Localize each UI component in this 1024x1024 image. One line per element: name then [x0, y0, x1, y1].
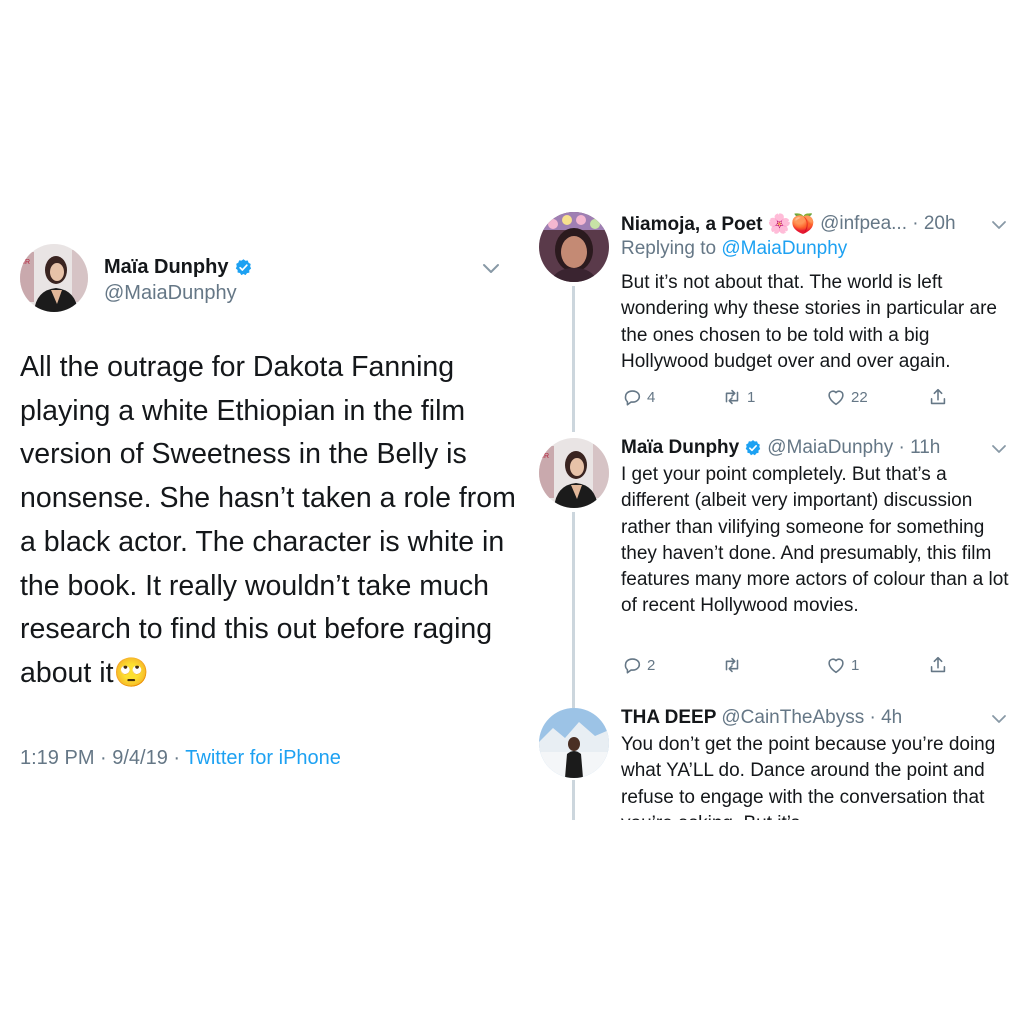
reply-header: Maïa Dunphy @MaiaDunphy · 11h	[621, 437, 940, 459]
reply-text-clip: You don’t get the point because you’re d…	[530, 700, 1024, 820]
svg-text:IR: IR	[542, 453, 549, 460]
chevron-down-icon[interactable]	[990, 443, 1008, 455]
reply-author-name[interactable]: Niamoja, a Poet 🌸🍑	[621, 212, 815, 236]
like-button[interactable]: 22	[825, 386, 868, 408]
reply-text: I get your point completely. But that’s …	[621, 464, 1009, 617]
share-icon	[930, 656, 946, 673]
like-count: 22	[851, 388, 868, 406]
retweet-icon	[725, 657, 739, 673]
tweet-source-link[interactable]: Twitter for iPhone	[185, 747, 341, 769]
like-icon	[828, 390, 844, 406]
retweet-button[interactable]	[721, 654, 747, 676]
verified-badge-icon	[236, 259, 252, 276]
tweet-text: All the outrage for Dakota Fanning playi…	[20, 351, 516, 689]
like-icon	[828, 658, 844, 674]
reply-count: 4	[647, 388, 656, 406]
thread-line	[572, 286, 575, 432]
replying-to-link[interactable]: @MaiaDunphy	[721, 238, 847, 259]
retweet-button[interactable]: 1	[721, 386, 755, 408]
reply-icon	[624, 390, 641, 406]
share-button[interactable]	[927, 386, 949, 408]
reply-text: But it’s not about that. The world is le…	[621, 272, 997, 372]
reply-icon	[624, 658, 641, 674]
replying-to-line: Replying to @MaiaDunphy	[621, 238, 847, 260]
tweet-meta: 1:19 PM · 9/4/19 · Twitter for iPhone	[20, 747, 341, 770]
reply-avatar[interactable]: IR	[539, 438, 609, 508]
author-handle[interactable]: @MaiaDunphy	[104, 282, 237, 305]
share-button[interactable]	[927, 654, 949, 676]
reply-author-handle[interactable]: @infpea... · 20h	[820, 213, 955, 235]
reply-author-handle[interactable]: @MaiaDunphy · 11h	[767, 437, 940, 459]
reply-button[interactable]: 2	[621, 654, 655, 676]
chevron-down-icon[interactable]	[990, 219, 1008, 231]
retweet-icon	[725, 389, 739, 405]
author-name[interactable]: Maïa Dunphy	[104, 256, 253, 279]
tweet-actions: 4 1 22	[621, 386, 961, 412]
like-count: 1	[851, 656, 860, 674]
like-button[interactable]: 1	[825, 654, 859, 676]
replying-to-label: Replying to	[621, 238, 722, 259]
retweet-count: 1	[747, 388, 756, 406]
reply-avatar[interactable]	[539, 212, 609, 282]
author-name-text: Maïa Dunphy	[104, 256, 229, 278]
reply-text: You don’t get the point because you’re d…	[621, 734, 996, 820]
reply-count: 2	[647, 656, 656, 674]
tweet-timestamp: 1:19 PM · 9/4/19 ·	[20, 747, 186, 769]
share-icon	[930, 388, 946, 405]
reply-button[interactable]: 4	[621, 386, 655, 408]
svg-text:IR: IR	[23, 259, 30, 266]
chevron-down-icon[interactable]	[481, 262, 501, 276]
tweet-actions: 2 1	[621, 654, 961, 680]
reply-header: Niamoja, a Poet 🌸🍑 @infpea... · 20h	[621, 212, 956, 236]
verified-badge-icon	[745, 440, 761, 456]
thread-line	[572, 512, 575, 708]
author-avatar[interactable]: IR	[20, 244, 88, 312]
reply-author-name[interactable]: Maïa Dunphy	[621, 437, 739, 459]
